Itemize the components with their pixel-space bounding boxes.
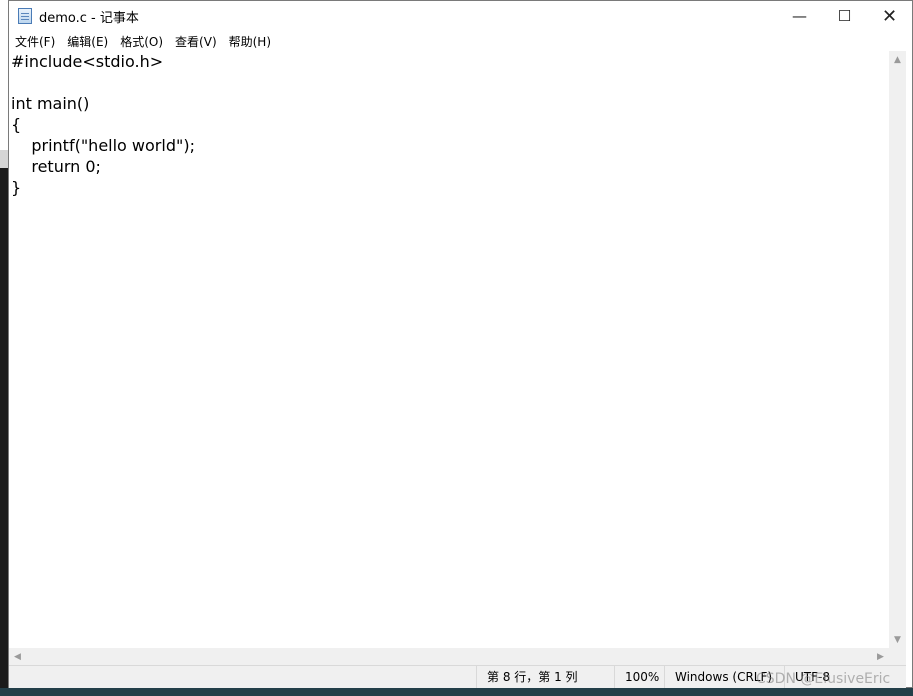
minimize-button[interactable]: —: [777, 1, 822, 31]
title-bar[interactable]: demo.c - 记事本 — ☐ ✕: [9, 1, 912, 31]
scroll-down-icon[interactable]: ▼: [889, 631, 906, 648]
window-title: demo.c - 记事本: [39, 10, 139, 26]
cursor-position: 第 8 行，第 1 列: [476, 666, 614, 688]
code-line: {: [11, 115, 22, 134]
code-line: return 0;: [11, 157, 101, 176]
scroll-left-icon[interactable]: ◀: [9, 648, 26, 665]
window-controls: — ☐ ✕: [777, 1, 912, 31]
code-line: printf("hello world");: [11, 136, 195, 155]
maximize-button[interactable]: ☐: [822, 1, 867, 31]
menu-format[interactable]: 格式(O): [114, 33, 169, 50]
close-icon: ✕: [881, 5, 898, 27]
minimize-icon: —: [792, 7, 807, 25]
menu-bar: 文件(F) 编辑(E) 格式(O) 查看(V) 帮助(H): [9, 31, 912, 51]
code-line: int main(): [11, 94, 90, 113]
scroll-right-icon[interactable]: ▶: [872, 648, 889, 665]
text-editor[interactable]: #include<stdio.h> int main() { printf("h…: [9, 51, 889, 648]
code-line: }: [11, 178, 22, 197]
menu-help[interactable]: 帮助(H): [223, 33, 277, 50]
menu-file[interactable]: 文件(F): [9, 33, 61, 50]
desktop-background: [0, 688, 913, 696]
maximize-icon: ☐: [837, 7, 852, 25]
scroll-up-icon[interactable]: ▲: [889, 51, 906, 68]
menu-view[interactable]: 查看(V): [169, 33, 223, 50]
notepad-icon[interactable]: [18, 8, 32, 24]
menu-edit[interactable]: 编辑(E): [61, 33, 114, 50]
close-button[interactable]: ✕: [867, 1, 912, 31]
watermark: CSDN @ElusiveEric: [756, 671, 891, 687]
code-line: #include<stdio.h>: [11, 52, 164, 71]
notepad-window: demo.c - 记事本 — ☐ ✕ 文件(F) 编辑(E) 格式(O) 查看(…: [8, 0, 913, 688]
zoom-level: 100%: [614, 666, 664, 688]
scrollbar-corner: [889, 648, 906, 665]
horizontal-scrollbar[interactable]: ◀ ▶: [9, 648, 889, 665]
vertical-scrollbar[interactable]: ▲ ▼: [889, 51, 906, 648]
